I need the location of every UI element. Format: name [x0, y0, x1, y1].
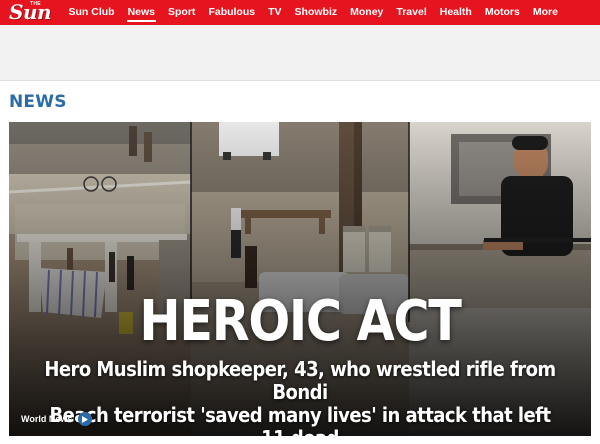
nav-item-sun-club[interactable]: Sun Club: [62, 0, 121, 25]
sun-logo[interactable]: THE Sun: [0, 0, 62, 25]
hero-kicker: HEROIC ACT: [139, 289, 461, 354]
nav-item-fabulous[interactable]: Fabulous: [202, 0, 262, 25]
nav-item-news[interactable]: News: [121, 0, 161, 25]
nav-list: Sun Club News Sport Fabulous TV Showbiz …: [62, 0, 564, 25]
nav-item-showbiz[interactable]: Showbiz: [288, 0, 344, 25]
nav-item-sport[interactable]: Sport: [162, 0, 202, 25]
hero-headline[interactable]: Hero Muslim shopkeeper, 43, who wrestled…: [38, 357, 562, 437]
nav-item-motors[interactable]: Motors: [478, 0, 526, 25]
hero-category[interactable]: World News: [21, 412, 93, 426]
hero-headline-line-1: Hero Muslim shopkeeper, 43, who wrestled…: [44, 357, 556, 404]
category-label[interactable]: World News: [21, 414, 72, 424]
top-navigation: THE Sun Sun Club News Sport Fabulous TV …: [0, 0, 600, 25]
play-icon[interactable]: [78, 412, 93, 426]
nav-item-more[interactable]: More: [526, 0, 564, 25]
ad-placeholder-strip: [0, 25, 600, 81]
hero-article-card[interactable]: HEROIC ACT Hero Muslim shopkeeper, 43, w…: [9, 122, 591, 436]
logo-main-text: Sun: [9, 0, 52, 24]
nav-item-tv[interactable]: TV: [262, 0, 288, 25]
hero-headline-line-2: Beach terrorist 'saved many lives' in at…: [49, 403, 551, 437]
nav-item-money[interactable]: Money: [344, 0, 390, 25]
nav-item-health[interactable]: Health: [433, 0, 478, 25]
section-title[interactable]: NEWS: [9, 92, 67, 112]
nav-item-travel[interactable]: Travel: [390, 0, 433, 25]
